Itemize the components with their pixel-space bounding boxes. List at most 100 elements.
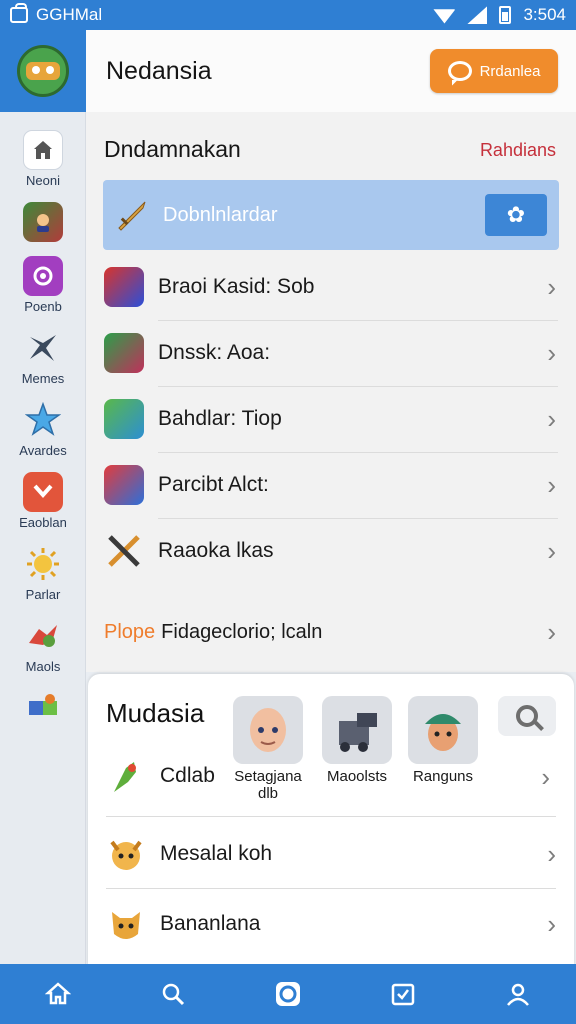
gear-icon: ✿	[506, 202, 526, 227]
highlight-row[interactable]: Dobnlnlardar ✿	[103, 180, 559, 250]
game-thumb-icon	[104, 267, 144, 307]
nav-search-button[interactable]	[143, 969, 203, 1019]
footer-row[interactable]: Plope Fidageclorio; lcaln ›	[104, 612, 560, 652]
signal-icon	[467, 6, 488, 24]
bottom-navigation	[0, 964, 576, 1024]
fox-character-icon	[112, 912, 140, 939]
avatar-label: Ranguns	[412, 768, 474, 785]
nav-center-button[interactable]	[258, 969, 318, 1019]
chevron-right-icon: ›	[547, 403, 556, 434]
list-item-label: Cdlab	[160, 764, 215, 787]
section-link[interactable]: Rahdians	[480, 140, 556, 161]
chevron-right-icon: ›	[547, 908, 556, 939]
sidebar-logo-area[interactable]	[0, 30, 86, 112]
sword-icon	[118, 201, 146, 231]
settings-button[interactable]: ✿	[485, 194, 547, 236]
list-item-label: Bananlana	[160, 912, 261, 935]
highlight-label: Dobnlnlardar	[163, 203, 278, 226]
app-logo-icon	[17, 45, 69, 97]
sidebar-item-label: Neoni	[26, 173, 60, 188]
avatar-label: Setagjana dlb	[234, 768, 302, 802]
list-item-label: Raaoka lkas	[158, 539, 274, 562]
app-notification-icon	[10, 3, 28, 23]
list-item-label: Parcibt Alct:	[158, 473, 269, 496]
sidebar-item-label: Maols	[25, 659, 61, 674]
list-item-label: Braoi Kasid: Sob	[158, 275, 315, 298]
sidebar-item-label: Parlar	[25, 587, 61, 602]
page-title: Nedansia	[106, 56, 212, 85]
sidebar-item-label: Memes	[21, 371, 65, 386]
chevron-right-icon: ›	[547, 535, 556, 566]
robot-icon	[339, 713, 377, 752]
sidebar-item-eaoblan[interactable]: Eaoblan	[0, 472, 86, 530]
search-icon	[162, 983, 184, 1006]
sun-icon	[23, 544, 63, 584]
chevron-right-icon: ›	[547, 616, 556, 647]
star-icon	[23, 400, 63, 440]
chevron-right-icon: ›	[547, 271, 556, 302]
divider	[106, 816, 556, 817]
list-item[interactable]: Mesalal koh ›	[106, 822, 562, 886]
hat-character-icon	[425, 714, 461, 751]
sidebar-item-label: Avardes	[19, 443, 67, 458]
avatar[interactable]	[322, 696, 392, 764]
list-item[interactable]: Bahdlar: Tiop ›	[104, 386, 560, 452]
sidebar-item-poenb[interactable]: Poenb	[0, 256, 86, 314]
list-item-label: Mesalal koh	[160, 842, 273, 865]
sidebar-item-game[interactable]	[0, 202, 86, 242]
status-bar: GGHMal 3:504	[0, 0, 576, 30]
sidebar-item-parlar[interactable]: Parlar	[0, 544, 86, 602]
sidebar-item-maols[interactable]: Maols	[0, 616, 86, 674]
avatar[interactable]	[408, 696, 478, 764]
list-item[interactable]: Parcibt Alct: ›	[104, 452, 560, 518]
sidebar-item-memes[interactable]: Memes	[0, 328, 86, 386]
character-thumb-icon	[104, 333, 144, 373]
shield-thumb-icon	[104, 465, 144, 505]
chevron-right-icon[interactable]: ›	[541, 762, 550, 793]
main-panel: Dndamnakan Rahdians Dobnlnlardar ✿ Braoi…	[86, 112, 576, 672]
horned-character-icon	[110, 840, 142, 870]
parrot-icon	[114, 762, 136, 792]
list-item[interactable]: Bananlana ›	[106, 892, 562, 956]
search-button[interactable]	[498, 696, 556, 736]
x-shape-icon	[23, 328, 63, 368]
divider	[106, 888, 556, 889]
featured-card: Mudasia Setagjana dlb Maoolsts Ranguns C…	[88, 674, 574, 966]
crossed-tools-icon	[108, 535, 140, 567]
wifi-icon	[433, 7, 455, 23]
nav-tasks-button[interactable]	[373, 969, 433, 1019]
status-time: 3:504	[523, 5, 566, 24]
sidebar-item-puzzle[interactable]	[0, 688, 86, 728]
chat-bubble-icon	[447, 61, 472, 81]
list-item[interactable]: Raaoka lkas ›	[104, 518, 560, 584]
swirl-icon	[23, 256, 63, 296]
sidebar-item-avardes[interactable]: Avardes	[0, 400, 86, 458]
game-thumb-icon	[23, 202, 63, 242]
section-title: Dndamnakan	[104, 136, 241, 162]
sidebar: Neoni Poenb Memes Avardes Eaoblan Parlar…	[0, 30, 86, 964]
footer-text: Fidageclorio; lcaln	[161, 620, 323, 643]
list-item[interactable]: Braoi Kasid: Sob ›	[104, 254, 560, 320]
footer-prefix: Plope	[104, 620, 156, 643]
list-item[interactable]: Cdlab	[106, 744, 236, 808]
search-icon	[516, 705, 538, 727]
header-action-label: Rrdanlea	[479, 62, 541, 80]
list-item-label: Dnssk: Aoa:	[158, 341, 271, 364]
nav-profile-button[interactable]	[488, 969, 548, 1019]
nav-home-button[interactable]	[28, 969, 88, 1019]
sidebar-item-label: Eaoblan	[19, 515, 67, 530]
bald-face-icon	[250, 708, 286, 752]
checklist-icon	[391, 983, 415, 1006]
check-box-icon	[23, 472, 63, 512]
list-item[interactable]: Dnssk: Aoa: ›	[104, 320, 560, 386]
character-thumb-icon	[104, 399, 144, 439]
user-icon	[507, 983, 530, 1006]
header-action-button[interactable]: Rrdanlea	[430, 49, 558, 93]
home-icon	[44, 982, 71, 1005]
sidebar-item-label: Poenb	[24, 299, 62, 314]
avatar[interactable]	[233, 696, 303, 764]
home-icon	[23, 130, 63, 170]
chevron-right-icon: ›	[547, 838, 556, 869]
app-header: Nedansia Rrdanlea	[86, 30, 576, 112]
sidebar-item-home[interactable]: Neoni	[0, 130, 86, 188]
